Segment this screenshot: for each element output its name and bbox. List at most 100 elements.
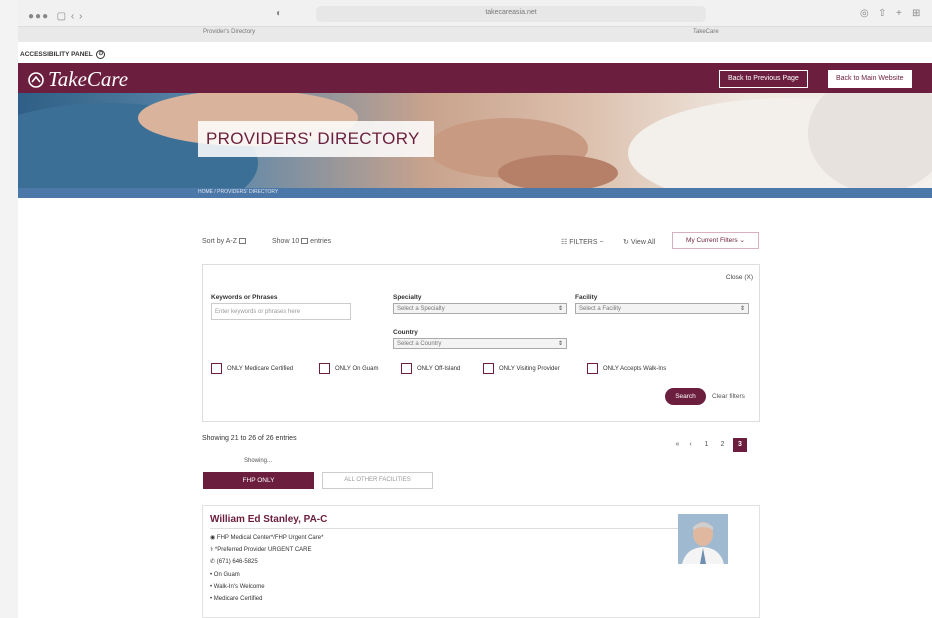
accessibility-icon[interactable]: ⊙: [96, 50, 106, 59]
entries-label: entries: [310, 238, 332, 245]
logo-text: TakeCare: [48, 67, 129, 91]
filter-panel: Close (X) Keywords or Phrases Enter keyw…: [202, 264, 760, 422]
provider-photo: [678, 514, 728, 564]
facility-select[interactable]: Select a Facility ⇕: [575, 303, 749, 314]
checkbox-box[interactable]: [401, 363, 412, 374]
checkbox-label: ONLY Medicare Certified: [227, 366, 294, 373]
checkbox-walk-ins[interactable]: ONLY Accepts Walk-Ins: [587, 363, 666, 374]
checkbox-label: ONLY Off-Island: [417, 366, 461, 373]
checkbox-box[interactable]: [319, 363, 330, 374]
privacy-icon[interactable]: ◐: [276, 8, 282, 19]
results-summary: Showing 21 to 26 of 26 entries: [202, 435, 297, 442]
tab-all-other-facilities[interactable]: ALL OTHER FACILITIES: [322, 472, 433, 489]
provider-card: William Ed Stanley, PA-C ◉ FHP Medical C…: [202, 505, 760, 618]
breadcrumb[interactable]: HOME / PROVIDERS' DIRECTORY: [198, 189, 278, 195]
pager-page-3[interactable]: 3: [733, 438, 747, 452]
specialty-value: Select a Specialty: [397, 306, 445, 312]
breadcrumb-strip: [18, 188, 932, 198]
avatar: [678, 514, 728, 564]
new-tab-icon[interactable]: +: [896, 8, 902, 19]
chevron-down-icon: ⌄: [739, 237, 745, 244]
accessibility-label: ACCESSIBILITY PANEL: [20, 51, 93, 59]
checkbox-box[interactable]: [211, 363, 222, 374]
my-current-filters-button[interactable]: My Current Filters ⌄: [672, 232, 759, 249]
show-dropdown-icon: [301, 238, 309, 245]
takecare-logo[interactable]: TakeCare: [28, 67, 128, 92]
address-bar[interactable]: takecareasia.net: [316, 6, 706, 22]
back-main-button[interactable]: Back to Main Website: [828, 70, 912, 88]
share-icon[interactable]: ⇧: [878, 8, 886, 19]
provider-phone[interactable]: ✆ (671) 646-5825: [210, 558, 258, 565]
country-value: Select a Country: [397, 341, 442, 347]
pager-first[interactable]: «: [673, 438, 682, 452]
hero-banner: PROVIDERS' DIRECTORY: [18, 93, 932, 188]
keywords-input[interactable]: Enter keywords or phrases here: [211, 303, 351, 320]
tag-item: • Walk-In's Welcome: [210, 584, 265, 590]
select-caret-icon: ⇕: [557, 306, 563, 312]
view-all-link[interactable]: ↻ View All: [623, 238, 655, 246]
hero-image: [18, 93, 932, 188]
provider-facility: ◉ FHP Medical Center*/FHP Urgent Care*: [210, 534, 323, 541]
select-caret-icon: ⇕: [557, 341, 563, 347]
facility-value: Select a Facility: [579, 306, 622, 312]
tag-text: On Guam: [213, 572, 240, 578]
download-icon[interactable]: ◎: [860, 8, 869, 19]
select-caret-icon: ⇕: [739, 306, 745, 312]
show-entries-control[interactable]: Show 10 entries: [272, 238, 331, 245]
window-controls[interactable]: ●●● ▢ ‹ ›: [28, 11, 83, 22]
country-label: Country: [393, 329, 418, 336]
home-icon: [28, 72, 44, 88]
tab-fhp-only[interactable]: FHP ONLY: [203, 472, 314, 489]
checkbox-box[interactable]: [587, 363, 598, 374]
checkbox-box[interactable]: [483, 363, 494, 374]
pager-page-1[interactable]: 1: [701, 438, 712, 452]
tab-overview-icon[interactable]: ⊞: [912, 8, 920, 19]
tab-bar: Provider's Directory TakeCare: [18, 26, 932, 42]
url-text: takecareasia.net: [485, 9, 537, 16]
close-filters-link[interactable]: Close (X): [726, 274, 753, 281]
checkbox-off-island[interactable]: ONLY Off-Island: [401, 363, 460, 374]
browser-frame: ●●● ▢ ‹ › ◐ takecareasia.net ◎ ⇧ + ⊞ Pro…: [0, 0, 932, 618]
checkbox-visiting[interactable]: ONLY Visiting Provider: [483, 363, 560, 374]
checkbox-medicare[interactable]: ONLY Medicare Certified: [211, 363, 293, 374]
keywords-label: Keywords or Phrases: [211, 294, 278, 301]
show-value: 10: [291, 238, 300, 245]
sort-control[interactable]: Sort by A-Z: [202, 238, 246, 245]
sort-dropdown-icon: [238, 238, 246, 245]
tag-item: • Medicare Certified: [210, 596, 263, 602]
location-icon: ◉: [210, 535, 216, 541]
checkbox-label: ONLY Visiting Provider: [499, 366, 560, 373]
browser-toolbar: ●●● ▢ ‹ › ◐ takecareasia.net ◎ ⇧ + ⊞ Pro…: [18, 0, 932, 42]
tag-item: • On Guam: [210, 572, 240, 578]
specialty-label: Specialty: [393, 294, 422, 301]
filters-toggle[interactable]: ☷ FILTERS −: [561, 238, 604, 246]
tag-text: Walk-In's Welcome: [213, 584, 265, 590]
show-label: Show: [272, 238, 290, 245]
tag-text: Medicare Certified: [213, 596, 263, 602]
pager-prev[interactable]: ‹: [686, 438, 695, 452]
specialty-text: *Preferred Provider URGENT CARE: [214, 547, 312, 553]
tab-directory[interactable]: Provider's Directory: [203, 29, 255, 35]
country-select[interactable]: Select a Country ⇕: [393, 338, 567, 349]
checkbox-label: ONLY On Guam: [335, 366, 379, 373]
tab-takecare[interactable]: TakeCare: [693, 29, 719, 35]
accessibility-bar[interactable]: ACCESSIBILITY PANEL ⊙: [18, 42, 932, 63]
refresh-icon: ↻: [623, 239, 629, 246]
site-header: TakeCare Back to Previous Page Back to M…: [18, 63, 932, 93]
divider: [210, 528, 678, 529]
provider-name[interactable]: William Ed Stanley, PA-C: [210, 514, 327, 525]
provider-specialty: ⚕ *Preferred Provider URGENT CARE: [210, 546, 312, 553]
search-button[interactable]: Search: [665, 388, 706, 405]
filters-label: FILTERS: [569, 239, 598, 246]
specialty-select[interactable]: Select a Specialty ⇕: [393, 303, 567, 314]
back-previous-button[interactable]: Back to Previous Page: [719, 70, 808, 88]
clear-filters-link[interactable]: Clear filters: [712, 393, 745, 400]
page-title: PROVIDERS' DIRECTORY: [198, 121, 434, 157]
checkbox-label: ONLY Accepts Walk-Ins: [603, 366, 667, 373]
checkbox-on-guam[interactable]: ONLY On Guam: [319, 363, 378, 374]
sort-label: Sort by: [202, 238, 225, 245]
pager-page-2[interactable]: 2: [717, 438, 728, 452]
view-all-label: View All: [630, 239, 656, 246]
facility-text: FHP Medical Center*/FHP Urgent Care*: [216, 535, 324, 541]
phone-icon: ✆: [210, 559, 216, 565]
